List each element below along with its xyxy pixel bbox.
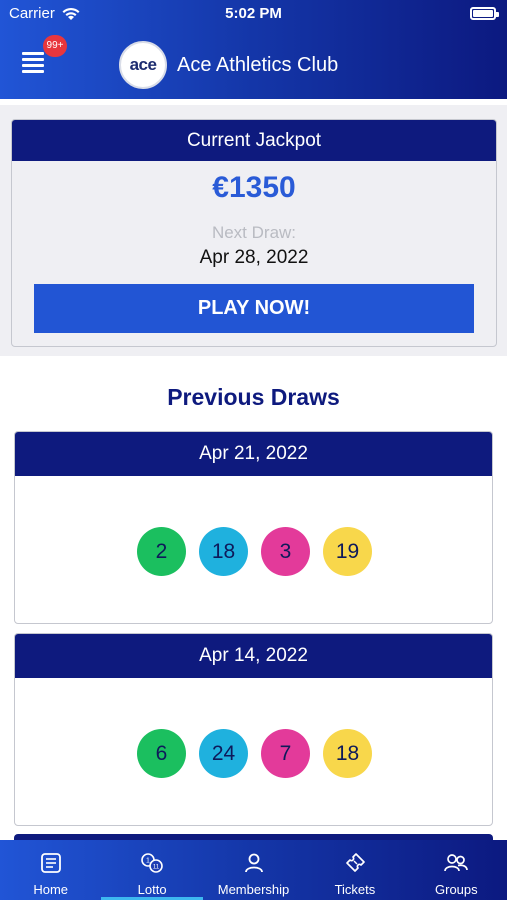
draw-card: Apr 21, 2022 2 18 3 19 — [14, 431, 493, 624]
draw-numbers: 2 18 3 19 — [15, 527, 492, 576]
bottom-tab-bar: Home 1 11 Lotto Membership Tickets Group… — [0, 840, 507, 900]
previous-draws-title: Previous Draws — [167, 384, 340, 410]
app-header: Carrier 5:02 PM 99+ ace Ace Athletics Cl… — [0, 0, 507, 99]
jackpot-card: Current Jackpot €1350 Next Draw: Apr 28,… — [11, 119, 497, 347]
tab-groups[interactable]: Groups — [406, 840, 507, 900]
draw-numbers: 6 24 7 18 — [15, 729, 492, 778]
next-draw-label: Next Draw: — [211, 223, 297, 242]
tab-label: Membership — [217, 882, 290, 897]
hamburger-icon-bar — [22, 58, 44, 61]
club-logo: ace — [119, 41, 167, 89]
tab-home[interactable]: Home — [0, 840, 101, 900]
tab-membership[interactable]: Membership — [203, 840, 304, 900]
club-name: Ace Athletics Club — [177, 54, 339, 76]
lotto-ball: 18 — [199, 527, 248, 576]
group-icon — [444, 854, 469, 872]
lotto-ball: 24 — [199, 729, 248, 778]
hamburger-icon — [22, 52, 44, 55]
lotto-ball: 7 — [261, 729, 310, 778]
lotto-ball: 19 — [323, 527, 372, 576]
ticket-icon — [346, 853, 365, 872]
svg-text:11: 11 — [153, 865, 160, 871]
draw-date: Apr 21, 2022 — [15, 432, 492, 476]
person-icon — [244, 853, 263, 873]
news-icon — [40, 853, 61, 873]
lotto-ball: 18 — [323, 729, 372, 778]
notification-badge: 99+ — [43, 35, 67, 57]
tab-tickets[interactable]: Tickets — [304, 840, 405, 900]
jackpot-title: Current Jackpot — [12, 120, 496, 161]
tab-label: Groups — [435, 882, 478, 897]
menu-button[interactable] — [22, 52, 48, 78]
tab-label: Home — [33, 882, 69, 897]
tab-label: Tickets — [334, 882, 376, 897]
play-now-button[interactable]: PLAY NOW! — [34, 284, 474, 333]
svg-text:1: 1 — [146, 858, 150, 865]
draw-date: Apr 14, 2022 — [15, 634, 492, 678]
jackpot-section: Current Jackpot €1350 Next Draw: Apr 28,… — [0, 105, 507, 356]
logo-text: ace — [129, 55, 157, 74]
status-bar: Carrier 5:02 PM — [0, 0, 507, 28]
draw-card: Apr 14, 2022 6 24 7 18 — [14, 633, 493, 826]
lotto-ball: 3 — [261, 527, 310, 576]
tab-lotto[interactable]: 1 11 Lotto — [101, 840, 204, 900]
lotto-ball: 6 — [137, 729, 186, 778]
tab-label: Lotto — [137, 882, 167, 897]
next-draw-date: Apr 28, 2022 — [199, 247, 309, 268]
lotto-balls-icon: 1 11 — [141, 853, 163, 873]
battery-icon — [470, 7, 499, 20]
jackpot-amount: €1350 — [212, 171, 296, 204]
hamburger-icon-bar — [22, 64, 44, 67]
lotto-ball: 2 — [137, 527, 186, 576]
hamburger-icon-bar — [22, 70, 44, 73]
clock: 5:02 PM — [225, 5, 282, 22]
